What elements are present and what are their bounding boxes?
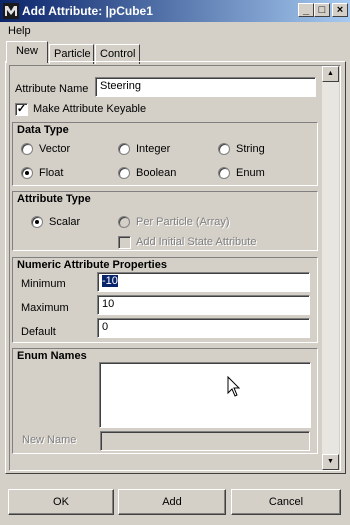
radio-vector-label: Vector <box>39 143 71 155</box>
enum-names-list[interactable] <box>99 362 311 428</box>
radio-vector[interactable] <box>21 143 33 155</box>
new-name-label: New Name <box>22 434 77 446</box>
radio-integer-label: Integer <box>136 143 171 155</box>
title-bar[interactable]: Add Attribute: |pCube1 _ □ × <box>0 0 350 22</box>
scroll-down-icon[interactable]: ▼ <box>322 454 339 470</box>
initial-state-checkbox <box>118 236 131 249</box>
menu-bar: Help <box>0 22 350 40</box>
menu-help[interactable]: Help <box>8 25 31 37</box>
maya-icon <box>3 3 19 19</box>
minimum-value: -10 <box>102 275 118 287</box>
attribute-name-label: Attribute Name <box>15 83 89 95</box>
window-title: Add Attribute: |pCube1 <box>22 4 153 18</box>
default-input[interactable]: 0 <box>97 318 310 338</box>
radio-enum-label: Enum <box>236 167 265 179</box>
numeric-properties-title: Numeric Attribute Properties <box>17 259 167 271</box>
vertical-scrollbar[interactable]: ▲ ▼ <box>322 66 339 470</box>
radio-integer[interactable] <box>118 143 130 155</box>
scroll-up-icon[interactable]: ▲ <box>322 66 339 82</box>
data-type-title: Data Type <box>17 124 69 136</box>
make-keyable-checkbox[interactable]: ✓ <box>15 103 28 116</box>
add-button[interactable]: Add <box>118 489 226 515</box>
enum-names-title: Enum Names <box>17 350 87 362</box>
radio-per-particle <box>118 216 130 228</box>
attribute-type-title: Attribute Type <box>17 193 91 205</box>
radio-per-particle-label: Per Particle (Array) <box>136 216 230 228</box>
maximum-input[interactable]: 10 <box>97 295 310 315</box>
close-button[interactable]: × <box>332 3 348 17</box>
minimum-input[interactable]: -10 <box>97 272 310 292</box>
maximum-label: Maximum <box>21 302 69 314</box>
cancel-button[interactable]: Cancel <box>231 489 341 515</box>
minimize-button[interactable]: _ <box>298 3 314 17</box>
radio-scalar[interactable] <box>31 216 43 228</box>
maximize-button[interactable]: □ <box>314 3 330 17</box>
radio-string[interactable] <box>218 143 230 155</box>
initial-state-label: Add Initial State Attribute <box>136 236 257 248</box>
radio-boolean-label: Boolean <box>136 167 177 179</box>
attribute-name-input[interactable]: Steering <box>95 77 316 97</box>
radio-float[interactable] <box>21 167 33 179</box>
ok-button[interactable]: OK <box>8 489 114 515</box>
new-name-input <box>100 431 310 451</box>
default-label: Default <box>21 326 56 338</box>
radio-float-label: Float <box>39 167 64 179</box>
radio-string-label: String <box>236 143 265 155</box>
radio-boolean[interactable] <box>118 167 130 179</box>
mouse-cursor-icon <box>227 376 241 397</box>
make-keyable-label: Make Attribute Keyable <box>33 103 147 115</box>
tab-new[interactable]: New <box>6 41 48 63</box>
minimum-label: Minimum <box>21 278 66 290</box>
radio-scalar-label: Scalar <box>49 216 81 228</box>
radio-enum[interactable] <box>218 167 230 179</box>
